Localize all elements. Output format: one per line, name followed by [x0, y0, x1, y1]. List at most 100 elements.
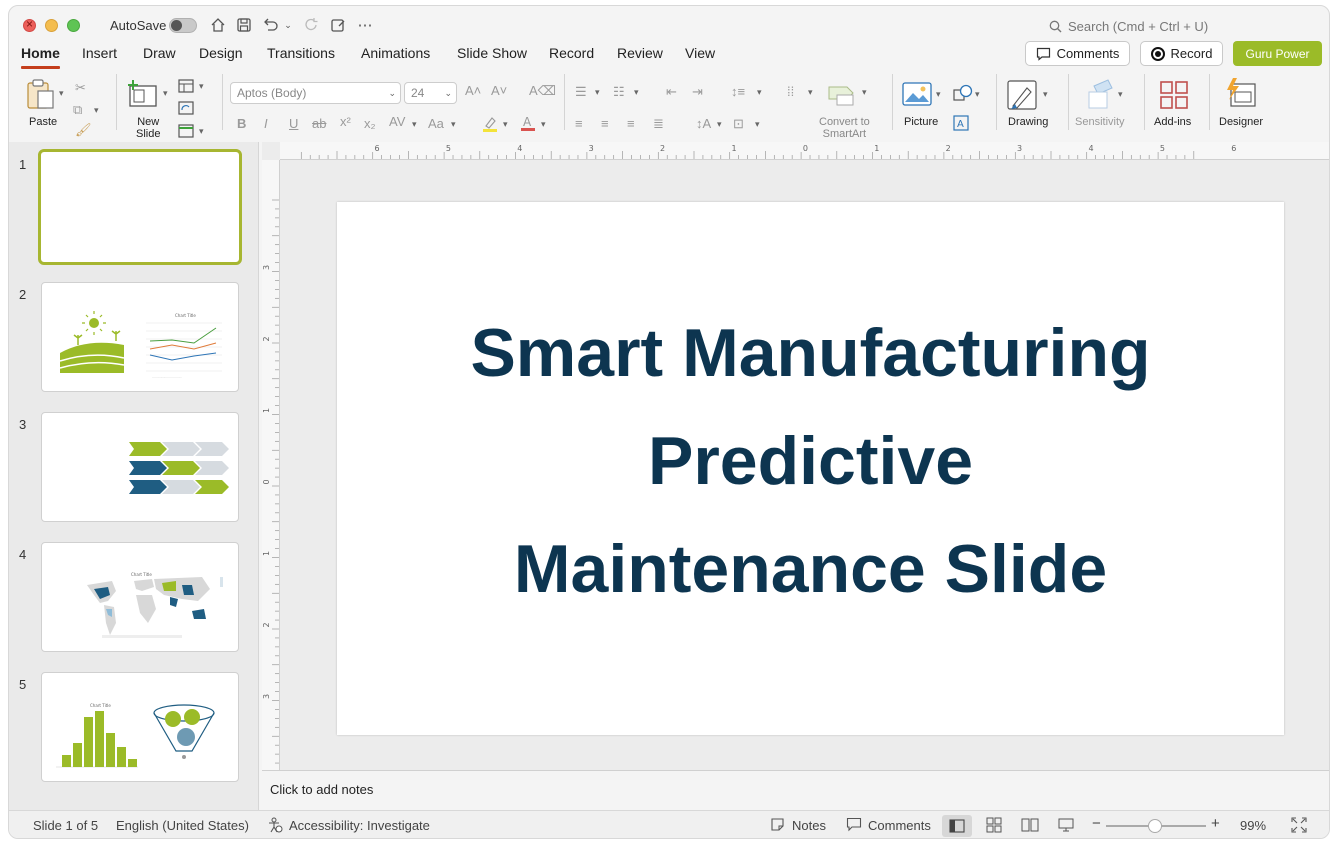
- shapes-chevron-icon[interactable]: ▾: [975, 89, 980, 100]
- smartart-icon[interactable]: [827, 81, 859, 110]
- slide-thumbnail-2[interactable]: Chart Title ····························…: [41, 282, 239, 392]
- align-right-icon[interactable]: ≡: [627, 116, 635, 131]
- add-ins-icon[interactable]: [1159, 80, 1189, 113]
- slide-sorter-icon[interactable]: [986, 817, 1002, 836]
- layout-chevron-icon[interactable]: ▾: [199, 81, 204, 92]
- character-spacing-chevron-icon[interactable]: ▾: [412, 119, 417, 130]
- text-direction-icon[interactable]: ↕A: [696, 116, 711, 131]
- tab-draw[interactable]: Draw: [143, 45, 176, 61]
- numbering-chevron-icon[interactable]: ▾: [634, 87, 639, 98]
- slide-thumbnail-4[interactable]: Chart Title: [41, 542, 239, 652]
- slide-thumbnail-1[interactable]: [38, 149, 242, 265]
- tab-insert[interactable]: Insert: [82, 45, 117, 61]
- align-left-icon[interactable]: ≡: [575, 116, 583, 131]
- normal-view-button[interactable]: [942, 815, 972, 837]
- bullets-icon[interactable]: ☰: [575, 84, 587, 100]
- highlight-icon[interactable]: [481, 115, 499, 136]
- undo-dropdown-chevron-icon[interactable]: ⌄: [283, 15, 293, 35]
- format-painter-icon[interactable]: 🖌: [75, 122, 92, 138]
- zoom-in-icon[interactable]: +: [1211, 815, 1220, 832]
- picture-icon[interactable]: [902, 82, 932, 109]
- comments-button[interactable]: Comments: [1025, 41, 1130, 66]
- increase-indent-icon[interactable]: ⇥: [692, 84, 703, 100]
- tab-record[interactable]: Record: [549, 45, 594, 61]
- zoom-out-icon[interactable]: −: [1092, 815, 1101, 832]
- decrease-indent-icon[interactable]: ⇤: [666, 84, 677, 100]
- new-slide-chevron-icon[interactable]: ▾: [163, 88, 168, 99]
- notes-toggle[interactable]: Notes: [792, 818, 826, 833]
- sensitivity-icon[interactable]: [1086, 78, 1116, 113]
- tab-transitions[interactable]: Transitions: [267, 45, 335, 61]
- home-icon[interactable]: [209, 15, 227, 35]
- tab-review[interactable]: Review: [617, 45, 663, 61]
- numbering-icon[interactable]: ☷: [613, 84, 625, 100]
- tab-home[interactable]: Home: [21, 45, 60, 69]
- change-case-icon[interactable]: Aa: [428, 116, 444, 131]
- shapes-icon[interactable]: [953, 84, 973, 105]
- section-icon[interactable]: [178, 124, 194, 141]
- smartart-chevron-icon[interactable]: ▾: [862, 87, 867, 98]
- picture-chevron-icon[interactable]: ▾: [936, 89, 941, 100]
- strikethrough-icon[interactable]: ab: [312, 116, 326, 131]
- slide-thumbnails-pane[interactable]: 1 2 Chart Title ························…: [9, 142, 259, 810]
- status-comment-icon[interactable]: [846, 817, 862, 835]
- zoom-level[interactable]: 99%: [1240, 818, 1266, 833]
- text-box-icon[interactable]: A: [953, 115, 969, 134]
- customize-toolbar-icon[interactable]: [329, 15, 347, 35]
- designer-icon[interactable]: [1225, 78, 1257, 113]
- line-spacing-chevron-icon[interactable]: ▾: [757, 87, 762, 98]
- drawing-chevron-icon[interactable]: ▾: [1043, 89, 1048, 100]
- undo-icon[interactable]: [261, 15, 281, 35]
- tab-design[interactable]: Design: [199, 45, 243, 61]
- more-icon[interactable]: ⋯: [356, 15, 374, 35]
- tab-slide-show[interactable]: Slide Show: [457, 45, 527, 61]
- accessibility-status[interactable]: Accessibility: Investigate: [289, 818, 430, 833]
- layout-icon[interactable]: [178, 79, 194, 96]
- new-slide-icon[interactable]: [127, 80, 159, 111]
- section-chevron-icon[interactable]: ▾: [199, 126, 204, 137]
- tab-view[interactable]: View: [685, 45, 715, 61]
- underline-icon[interactable]: U: [289, 116, 298, 131]
- font-size-select[interactable]: 24 ⌄: [404, 82, 457, 104]
- bold-icon[interactable]: B: [237, 116, 246, 131]
- sensitivity-chevron-icon[interactable]: ▾: [1118, 89, 1123, 100]
- slide-thumbnail-5[interactable]: Chart Title: [41, 672, 239, 782]
- maximize-window-button[interactable]: [67, 19, 80, 32]
- font-color-chevron-icon[interactable]: ▾: [541, 119, 546, 130]
- copy-icon[interactable]: ⧉: [73, 102, 82, 118]
- cut-icon[interactable]: ✂: [75, 80, 86, 96]
- reset-icon[interactable]: [178, 101, 194, 118]
- slide-thumbnail-3[interactable]: [41, 412, 239, 522]
- columns-chevron-icon[interactable]: ▾: [808, 87, 813, 98]
- fit-to-window-icon[interactable]: [1291, 817, 1307, 836]
- text-direction-chevron-icon[interactable]: ▾: [717, 119, 722, 130]
- record-button[interactable]: Record: [1140, 41, 1223, 66]
- notes-icon[interactable]: [770, 817, 785, 835]
- close-window-button[interactable]: [23, 17, 36, 32]
- slideshow-icon[interactable]: [1058, 817, 1074, 836]
- change-case-chevron-icon[interactable]: ▾: [451, 119, 456, 130]
- justify-icon[interactable]: ≣: [653, 116, 664, 132]
- slide-1-canvas[interactable]: Smart Manufacturing Predictive Maintenan…: [337, 202, 1284, 735]
- comments-toggle[interactable]: Comments: [868, 818, 931, 833]
- paste-icon[interactable]: [25, 78, 57, 113]
- decrease-font-icon[interactable]: A˅: [491, 83, 507, 98]
- drawing-icon[interactable]: [1007, 80, 1039, 115]
- italic-icon[interactable]: I: [264, 116, 268, 131]
- paste-chevron-icon[interactable]: ▾: [59, 88, 64, 99]
- zoom-slider-thumb[interactable]: [1148, 819, 1162, 833]
- save-icon[interactable]: [235, 15, 253, 35]
- clear-formatting-icon[interactable]: A⌫: [529, 83, 556, 99]
- subscript-icon[interactable]: x₂: [364, 116, 376, 131]
- superscript-icon[interactable]: x²: [340, 114, 351, 129]
- align-center-icon[interactable]: ≡: [601, 116, 609, 131]
- font-color-icon[interactable]: A: [519, 114, 537, 135]
- accessibility-icon[interactable]: [267, 817, 283, 836]
- columns-icon[interactable]: ⁞⁞: [787, 84, 794, 99]
- slide-title-textbox[interactable]: Smart Manufacturing Predictive Maintenan…: [361, 299, 1261, 623]
- align-text-chevron-icon[interactable]: ▾: [755, 119, 760, 130]
- notes-pane[interactable]: Click to add notes: [262, 770, 1329, 810]
- tab-animations[interactable]: Animations: [361, 45, 430, 61]
- reading-view-icon[interactable]: [1021, 817, 1039, 836]
- line-spacing-icon[interactable]: ↕≡: [731, 84, 745, 99]
